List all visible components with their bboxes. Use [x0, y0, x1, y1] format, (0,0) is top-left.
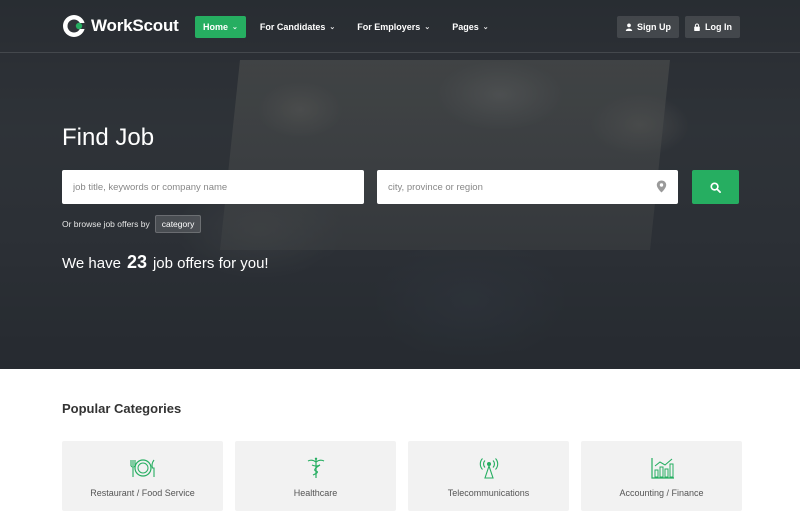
antenna-icon [479, 458, 498, 479]
signup-button[interactable]: Sign Up [617, 16, 679, 38]
nav-item-for-employers[interactable]: For Employers ⌄ [349, 16, 438, 38]
signup-label: Sign Up [637, 22, 671, 32]
counter-suffix: job offers for you! [152, 255, 269, 272]
logo-text: WorkScout [91, 16, 179, 35]
section-title: Popular Categories [62, 401, 182, 416]
location-input[interactable] [377, 170, 678, 204]
category-label: Restaurant / Food Service [90, 488, 195, 498]
nav-item-for-candidates[interactable]: For Candidates ⌄ [252, 16, 343, 38]
job-count: 23 [126, 252, 147, 272]
category-tag-button[interactable]: category [154, 215, 202, 233]
search-input[interactable] [62, 170, 364, 204]
search-button[interactable] [692, 170, 739, 204]
login-button[interactable]: Log In [685, 16, 740, 38]
category-label: Telecommunications [447, 488, 530, 498]
login-label: Log In [705, 22, 732, 32]
nav-item-pages[interactable]: Pages ⌄ [444, 16, 496, 38]
browse-text: Or browse job offers by [62, 219, 150, 229]
browse-by-category: Or browse job offers by category [62, 215, 202, 233]
category-grid: Restaurant / Food Service Healthcare Tel… [62, 441, 742, 511]
chevron-down-icon: ⌄ [329, 24, 336, 31]
caduceus-icon [307, 457, 324, 478]
chart-icon [650, 458, 674, 479]
search-icon [710, 181, 721, 193]
nav-item-label: Pages [452, 22, 479, 32]
chevron-down-icon: ⌄ [482, 24, 489, 31]
category-card-healthcare[interactable]: Healthcare [235, 441, 396, 511]
chevron-down-icon: ⌄ [424, 24, 431, 31]
main-nav: Home ⌄ For Candidates ⌄ For Employers ⌄ Pag… [195, 16, 503, 38]
category-card-accounting[interactable]: Accounting / Finance [581, 441, 742, 511]
nav-item-label: For Employers [357, 22, 421, 32]
header: WorkScout Home ⌄ For Candidates ⌄ For Empl… [0, 0, 800, 53]
nav-item-home[interactable]: Home ⌄ [195, 16, 246, 38]
category-label: Accounting / Finance [619, 488, 704, 498]
category-label: Healthcare [293, 488, 338, 498]
category-card-telecommunications[interactable]: Telecommunications [408, 441, 569, 511]
page-title: Find Job [62, 124, 155, 151]
restaurant-icon [129, 459, 155, 477]
nav-item-label: For Candidates [259, 22, 326, 32]
category-card-restaurant[interactable]: Restaurant / Food Service [62, 441, 223, 511]
job-counter: We have 23 job offers for you! [62, 252, 269, 273]
auth-buttons: Sign Up Log In [617, 16, 740, 38]
lock-icon [694, 23, 700, 31]
logo[interactable]: WorkScout [62, 14, 179, 38]
nav-item-label: Home [203, 22, 229, 32]
map-pin-icon [656, 180, 667, 193]
logo-icon [63, 15, 86, 37]
counter-prefix: We have [62, 255, 121, 272]
user-icon [625, 23, 633, 31]
chevron-down-icon: ⌄ [232, 24, 238, 31]
